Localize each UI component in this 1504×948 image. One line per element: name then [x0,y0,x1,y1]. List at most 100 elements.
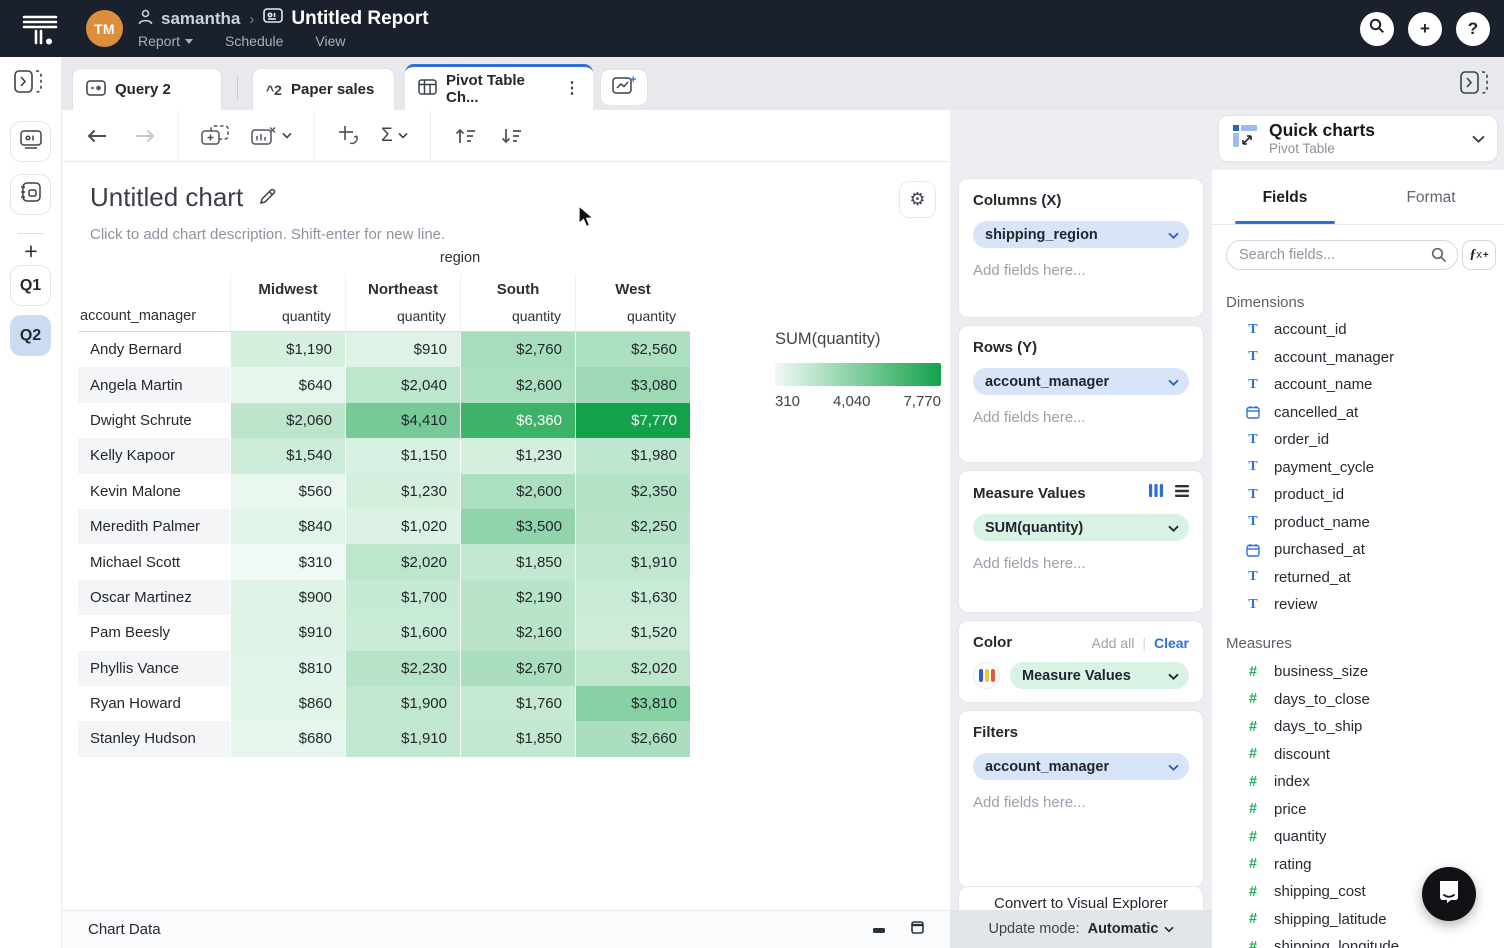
add-formula-button[interactable]: ƒx+ [1462,240,1496,270]
tab-pivot-table-chart[interactable]: Pivot Table Ch... ⋮ [405,64,593,110]
app-logo-icon[interactable] [20,9,60,49]
color-clear-link[interactable]: Clear [1154,635,1189,651]
pivot-value-cell[interactable]: $1,850 [460,721,575,756]
pivot-value-cell[interactable]: $1,520 [575,615,690,650]
undo-button[interactable] [86,128,108,144]
pivot-column-header[interactable]: Southquantity [460,274,575,332]
help-button[interactable]: ? [1456,12,1490,46]
pivot-column-header[interactable]: Northeastquantity [345,274,460,332]
pivot-value-cell[interactable]: $1,230 [345,474,460,509]
pivot-row-label[interactable]: Ryan Howard [78,686,230,721]
chat-launcher-button[interactable] [1422,867,1476,921]
pivot-value-cell[interactable]: $910 [345,332,460,367]
redo-button[interactable] [134,128,156,144]
rows-layout-icon[interactable] [1175,484,1189,502]
pivot-value-cell[interactable]: $2,670 [460,651,575,686]
pivot-row-label[interactable]: Michael Scott [78,544,230,579]
pivot-row-label[interactable]: Andy Bernard [78,332,230,367]
pivot-value-cell[interactable]: $3,500 [460,509,575,544]
pivot-value-cell[interactable]: $1,700 [345,580,460,615]
rail-report-button[interactable] [10,121,51,162]
field-item-order_id[interactable]: Torder_id [1212,426,1504,454]
add-fields-placeholder[interactable]: Add fields here... [973,794,1189,811]
maximize-icon[interactable] [911,921,924,939]
field-item-days_to_close[interactable]: #days_to_close [1212,686,1504,714]
pivot-value-cell[interactable]: $1,540 [230,438,345,473]
pivot-value-cell[interactable]: $3,810 [575,686,690,721]
pivot-row-label[interactable]: Stanley Hudson [78,721,230,756]
pivot-row-label[interactable]: Angela Martin [78,367,230,402]
field-item-product_name[interactable]: Tproduct_name [1212,509,1504,537]
pivot-value-cell[interactable]: $6,360 [460,403,575,438]
field-item-quantity[interactable]: #quantity [1212,823,1504,851]
pivot-value-cell[interactable]: $2,560 [575,332,690,367]
pencil-icon[interactable] [258,182,276,213]
pivot-row-label[interactable]: Dwight Schrute [78,403,230,438]
color-pill-measure-values[interactable]: Measure Values [1010,662,1189,689]
add-fields-placeholder[interactable]: Add fields here... [973,262,1189,279]
pivot-value-cell[interactable]: $640 [230,367,345,402]
pivot-row-label[interactable]: Pam Beesly [78,615,230,650]
field-item-days_to_ship[interactable]: #days_to_ship [1212,713,1504,741]
field-item-account_id[interactable]: Taccount_id [1212,316,1504,344]
pivot-value-cell[interactable]: $2,760 [460,332,575,367]
field-item-price[interactable]: #price [1212,796,1504,824]
pivot-value-cell[interactable]: $7,770 [575,403,690,438]
update-mode-select[interactable]: Automatic [1088,921,1174,937]
chart-title[interactable]: Untitled chart [90,182,243,213]
field-pill-account-manager[interactable]: account_manager [973,368,1189,395]
pivot-row-label[interactable]: Phyllis Vance [78,651,230,686]
field-item-index[interactable]: #index [1212,768,1504,796]
field-item-cancelled_at[interactable]: cancelled_at [1212,399,1504,427]
chart-type-picker[interactable]: Quick charts Pivot Table [1218,115,1498,162]
pivot-value-cell[interactable]: $1,190 [230,332,345,367]
minimize-icon[interactable] [873,921,885,939]
pivot-row-label[interactable]: Meredith Palmer [78,509,230,544]
color-palette-icon[interactable] [973,662,1000,689]
tab-fields[interactable]: Fields [1212,170,1358,224]
pivot-value-cell[interactable]: $1,020 [345,509,460,544]
report-title[interactable]: Untitled Report [291,8,428,30]
add-button[interactable]: + [1408,12,1442,46]
pivot-value-cell[interactable]: $1,630 [575,580,690,615]
avatar[interactable]: TM [86,10,123,47]
field-item-account_manager[interactable]: Taccount_manager [1212,344,1504,372]
rail-add-button[interactable]: + [0,238,62,265]
pivot-column-header[interactable]: Westquantity [575,274,690,332]
pivot-value-cell[interactable]: $910 [230,615,345,650]
pivot-value-cell[interactable]: $2,060 [230,403,345,438]
menu-view[interactable]: View [315,33,345,49]
rail-query-1-button[interactable]: Q1 [10,265,51,306]
pivot-value-cell[interactable]: $2,230 [345,651,460,686]
pivot-value-cell[interactable]: $2,250 [575,509,690,544]
pivot-row-label[interactable]: Kevin Malone [78,474,230,509]
pivot-value-cell[interactable]: $1,150 [345,438,460,473]
pivot-value-cell[interactable]: $4,410 [345,403,460,438]
left-panel-toggle[interactable] [14,70,42,98]
pivot-value-cell[interactable]: $860 [230,686,345,721]
pivot-value-cell[interactable]: $2,600 [460,367,575,402]
new-chart-button[interactable]: + [600,69,648,106]
remove-column-button[interactable] [251,126,292,146]
pivot-column-header[interactable]: Midwestquantity [230,274,345,332]
field-item-business_size[interactable]: #business_size [1212,658,1504,686]
field-item-review[interactable]: Treview [1212,591,1504,619]
pivot-value-cell[interactable]: $1,230 [460,438,575,473]
menu-report[interactable]: Report [138,33,193,49]
add-fields-placeholder[interactable]: Add fields here... [973,409,1189,426]
pivot-value-cell[interactable]: $840 [230,509,345,544]
pivot-value-cell[interactable]: $2,660 [575,721,690,756]
pivot-value-cell[interactable]: $900 [230,580,345,615]
pivot-value-cell[interactable]: $2,040 [345,367,460,402]
pivot-value-cell[interactable]: $560 [230,474,345,509]
pivot-value-cell[interactable]: $2,600 [460,474,575,509]
field-item-discount[interactable]: #discount [1212,741,1504,769]
filter-pill-account-manager[interactable]: account_manager [973,753,1189,780]
tab-paper-sales[interactable]: ^2 Paper sales [252,68,395,110]
pivot-value-cell[interactable]: $2,020 [575,651,690,686]
search-fields-input[interactable] [1226,240,1458,270]
pivot-value-cell[interactable]: $3,080 [575,367,690,402]
pivot-value-cell[interactable]: $2,190 [460,580,575,615]
pivot-row-label[interactable]: Kelly Kapoor [78,438,230,473]
pivot-value-cell[interactable]: $1,910 [575,544,690,579]
